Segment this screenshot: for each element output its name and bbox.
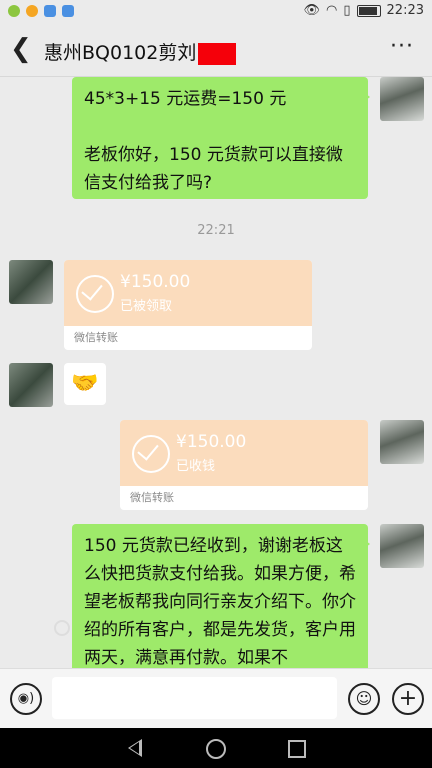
chat-area[interactable]: 45*3+15 元运费=150 元 老板你好，150 元货款可以直接微信支付给我… <box>0 77 432 668</box>
my-avatar[interactable] <box>380 420 424 464</box>
more-actions-icon[interactable]: + <box>392 683 424 715</box>
transfer-amount: ¥150.00 <box>176 432 247 452</box>
battery-icon <box>356 4 381 17</box>
app-notification-icon <box>44 5 56 17</box>
more-options-icon[interactable]: ··· <box>390 34 414 59</box>
transfer-card-received[interactable]: ¥150.00 已被领取 微信转账 <box>64 260 312 350</box>
transfer-footer: 微信转账 <box>130 491 174 504</box>
my-avatar[interactable] <box>380 77 424 121</box>
outgoing-message-bubble[interactable]: 150 元货款已经收到，谢谢老板这么快把货款支付给我。如果方便，希望老板帮我向同… <box>72 524 370 668</box>
transfer-status: 已收钱 <box>176 459 216 474</box>
message-timestamp: 22:21 <box>197 223 235 238</box>
app-notification-icon <box>26 5 38 17</box>
app-notification-icon <box>8 5 20 17</box>
system-nav-bar <box>0 728 432 768</box>
transfer-card-sent[interactable]: ¥150.00 已收钱 微信转账 <box>120 420 368 510</box>
sim-icon: ▯ <box>343 3 351 18</box>
redaction-box <box>198 42 237 65</box>
status-time: 22:23 <box>386 3 424 18</box>
message-input[interactable] <box>52 677 337 719</box>
emoji-picker-icon[interactable]: ☺ <box>348 683 380 715</box>
my-avatar[interactable] <box>380 524 424 568</box>
chat-header: ❮ 惠州BQ0102剪刘 ··· <box>0 24 432 77</box>
voice-input-icon[interactable]: ◉) <box>10 683 42 715</box>
transfer-amount: ¥150.00 <box>120 272 191 292</box>
input-bar: ◉) ☺ + <box>0 668 432 729</box>
status-bar: 👁 ◠ ▯ 22:23 <box>0 0 432 24</box>
nav-home-icon[interactable] <box>206 739 226 759</box>
app-notification-icon <box>62 5 74 17</box>
nav-back-icon[interactable] <box>128 739 142 757</box>
handshake-emoji-message[interactable]: 🤝 <box>64 363 106 405</box>
outgoing-message-bubble[interactable]: 45*3+15 元运费=150 元 老板你好，150 元货款可以直接微信支付给我… <box>72 77 370 199</box>
back-icon[interactable]: ❮ <box>10 36 32 62</box>
contact-avatar[interactable] <box>9 260 53 304</box>
wifi-icon: ◠ <box>326 3 338 18</box>
chat-title-text: 惠州BQ0102剪刘 <box>44 42 197 64</box>
transfer-footer: 微信转账 <box>74 331 118 344</box>
contact-avatar[interactable] <box>9 363 53 407</box>
chat-title: 惠州BQ0102剪刘 <box>44 38 237 65</box>
sending-spinner-icon <box>54 620 70 636</box>
transfer-status: 已被领取 <box>120 299 173 314</box>
nav-recent-apps-icon[interactable] <box>288 740 306 758</box>
eye-icon: 👁 <box>303 3 321 18</box>
